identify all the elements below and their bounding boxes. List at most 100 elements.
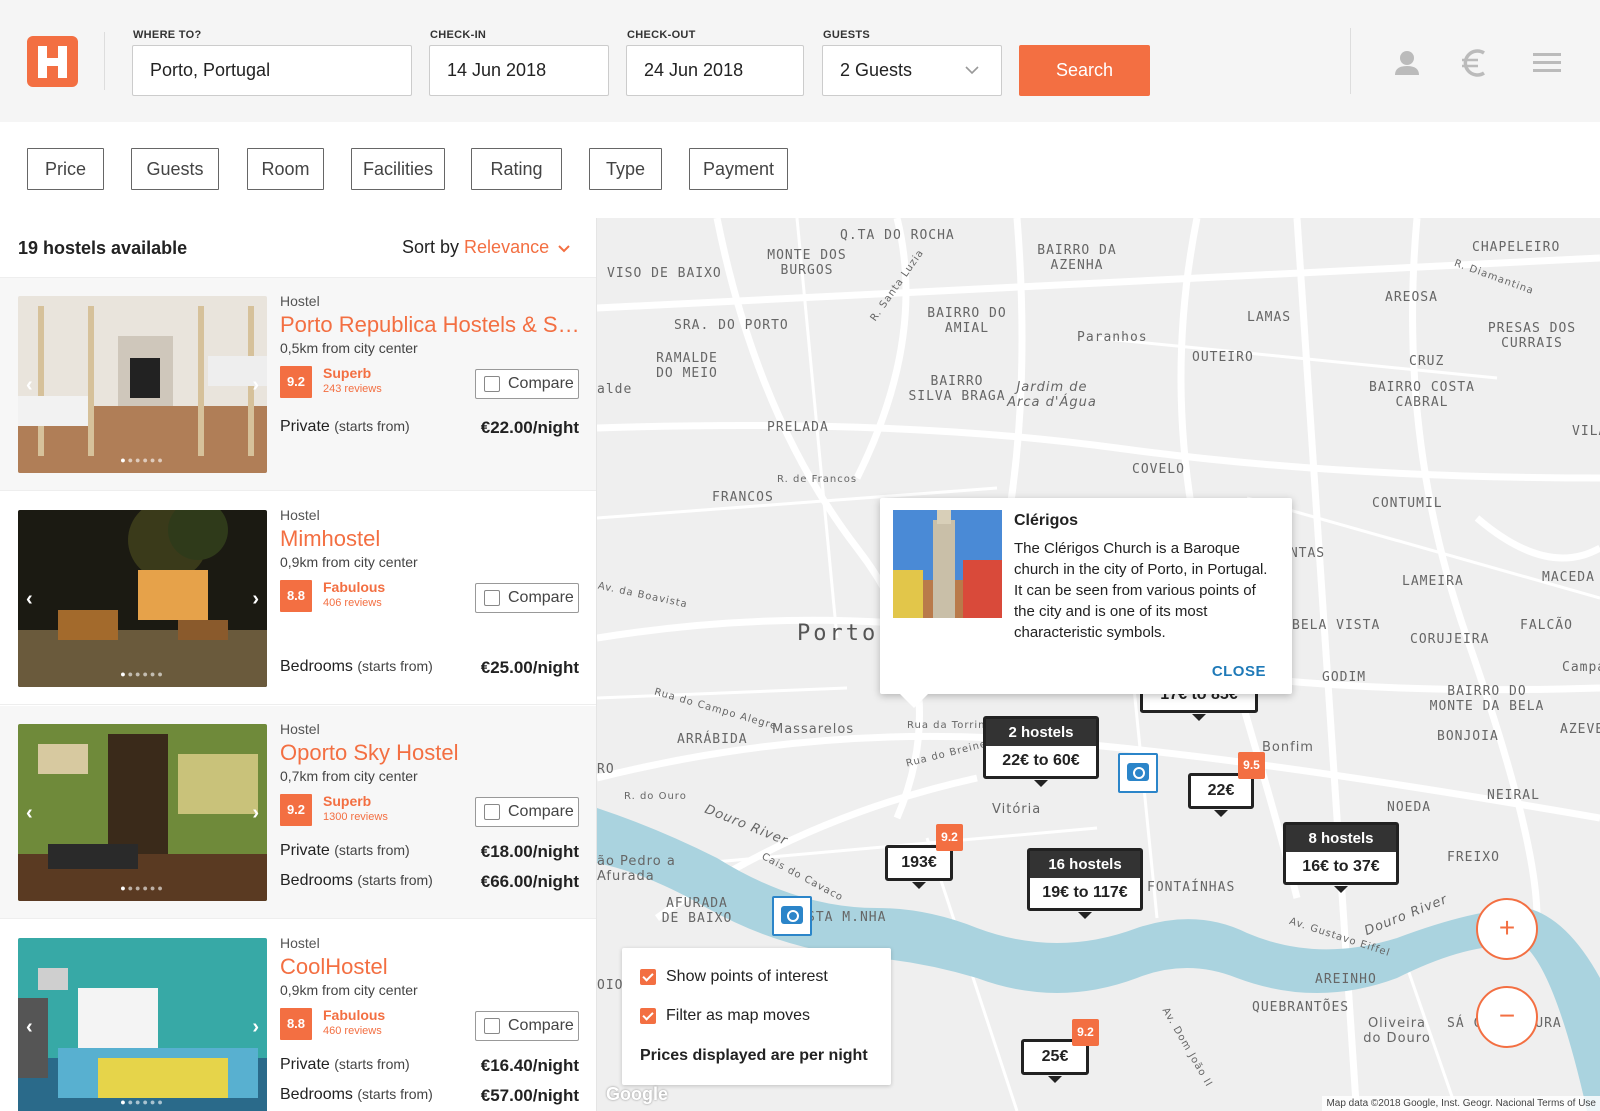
map-label: ARRÁBIDA <box>677 732 748 747</box>
hostel-photo[interactable]: ‹ › ●●●●●● <box>18 938 267 1111</box>
menu-icon[interactable] <box>1530 45 1566 81</box>
map-attribution[interactable]: Map data ©2018 Google, Inst. Geogr. Naci… <box>1322 1096 1600 1111</box>
compare-label: Compare <box>508 375 574 392</box>
compare-checkbox[interactable]: Compare <box>475 583 579 613</box>
hostel-card[interactable]: ‹ › ●●●●●● Hostel Oporto Sky Hostel 0,7k… <box>0 706 596 919</box>
map-label: BAIRRO SILVA BRAGA <box>908 374 1006 404</box>
price-note: (starts from) <box>357 658 433 674</box>
filter-guests[interactable]: Guests <box>131 148 219 190</box>
checkin-input[interactable]: 14 Jun 2018 <box>429 45 609 96</box>
compare-checkbox[interactable]: Compare <box>475 797 579 827</box>
map-label: SRA. DO PORTO <box>674 318 789 333</box>
hostel-photo[interactable]: ‹ › ●●●●●● <box>18 724 267 901</box>
map-marker-cluster[interactable]: 2 hostels 22€ to 60€ <box>983 716 1099 787</box>
price-label: Private (starts from) <box>280 842 410 860</box>
marker-price: 22€ <box>1207 782 1235 799</box>
search-button[interactable]: Search <box>1019 45 1150 96</box>
map-label: Campa <box>1562 660 1600 675</box>
map-marker-cluster[interactable]: 8 hostels 16€ to 37€ <box>1283 822 1399 893</box>
prev-photo-icon[interactable]: ‹ <box>26 802 33 825</box>
price-type: Private <box>280 842 330 859</box>
checkout-input[interactable]: 24 Jun 2018 <box>626 45 804 96</box>
next-photo-icon[interactable]: › <box>252 1016 259 1039</box>
map-label: PRESAS DOS CURRAIS <box>1487 321 1577 351</box>
hostelworld-logo-icon[interactable] <box>27 36 78 87</box>
review-count[interactable]: 406 reviews <box>323 597 382 609</box>
filter-payment[interactable]: Payment <box>689 148 788 190</box>
compare-checkbox[interactable]: Compare <box>475 369 579 399</box>
map-label: RO <box>597 762 615 777</box>
camera-poi-icon[interactable] <box>772 896 812 936</box>
filter-room[interactable]: Room <box>247 148 324 190</box>
review-count[interactable]: 460 reviews <box>323 1025 382 1037</box>
compare-label: Compare <box>508 803 574 820</box>
price-type: Private <box>280 418 330 435</box>
map-label: STA M.NHA <box>807 910 887 925</box>
map-marker-cluster[interactable]: 16 hostels 19€ to 117€ <box>1027 848 1143 919</box>
camera-poi-icon[interactable] <box>1118 753 1158 793</box>
street-label: R. do Ouro <box>624 791 687 802</box>
prev-photo-icon[interactable]: ‹ <box>26 1016 33 1039</box>
hostel-name[interactable]: CoolHostel <box>280 954 580 980</box>
compare-checkbox[interactable]: Compare <box>475 1011 579 1041</box>
hostel-distance: 0,7km from city center <box>280 768 418 784</box>
map-label: NOEDA <box>1387 800 1432 815</box>
poi-close-button[interactable]: CLOSE <box>1212 663 1266 680</box>
filter-facilities[interactable]: Facilities <box>351 148 445 190</box>
destination-input[interactable]: Porto, Portugal <box>132 45 412 96</box>
filter-map-checkbox[interactable]: Filter as map moves <box>640 1007 810 1025</box>
price-note: (starts from) <box>334 1056 410 1072</box>
hostel-card[interactable]: ‹ › ●●●●●● Hostel CoolHostel 0,9km from … <box>0 920 596 1111</box>
poi-popup: Clérigos The Clérigos Church is a Baroqu… <box>880 498 1292 708</box>
map-label: Massarelos <box>772 722 855 737</box>
filter-price[interactable]: Price <box>27 148 104 190</box>
price-value: €25.00/night <box>480 658 579 677</box>
rating-word: Superb <box>323 365 372 381</box>
hostel-name[interactable]: Oporto Sky Hostel <box>280 740 580 766</box>
guests-select[interactable]: 2 Guests <box>822 45 1002 96</box>
review-count[interactable]: 1300 reviews <box>323 811 388 823</box>
price-type: Bedrooms <box>280 658 353 675</box>
zoom-out-button[interactable]: − <box>1476 986 1538 1048</box>
zoom-in-button[interactable]: + <box>1476 898 1538 960</box>
header-divider <box>104 32 105 90</box>
where-label: WHERE TO? <box>133 29 202 41</box>
map-label: LAMAS <box>1247 310 1292 325</box>
photo-pager: ●●●●●● <box>120 1097 165 1107</box>
hostel-name[interactable]: Mimhostel <box>280 526 580 552</box>
hostel-name[interactable]: Porto Republica Hostels & Sui... <box>280 312 580 338</box>
poi-photo <box>893 510 1002 618</box>
prev-photo-icon[interactable]: ‹ <box>26 588 33 611</box>
rating-score: 8.8 <box>280 1008 312 1040</box>
next-photo-icon[interactable]: › <box>252 374 259 397</box>
photo-pager: ●●●●●● <box>120 883 165 893</box>
map-label: OIO <box>597 978 624 993</box>
rating-word: Fabulous <box>323 579 386 595</box>
price-value: €66.00/night <box>480 872 579 891</box>
next-photo-icon[interactable]: › <box>252 802 259 825</box>
chevron-down-icon <box>965 66 979 75</box>
user-icon[interactable] <box>1389 45 1425 81</box>
sort-dropdown[interactable]: Sort by Relevance <box>402 237 570 258</box>
marker-title: 2 hostels <box>986 719 1096 746</box>
hostel-photo[interactable]: ‹ › ●●●●●● <box>18 510 267 687</box>
guests-label: GUESTS <box>823 29 871 41</box>
map-label: Vitória <box>992 802 1042 817</box>
currency-euro-icon[interactable] <box>1457 45 1493 81</box>
filter-type[interactable]: Type <box>589 148 662 190</box>
photo-pager: ●●●●●● <box>120 669 165 679</box>
hostel-photo[interactable]: ‹ › ●●●●●● <box>18 296 267 473</box>
hostel-card[interactable]: ‹ › ●●●●●● Hostel Mimhostel 0,9km from c… <box>0 492 596 705</box>
show-poi-checkbox[interactable]: Show points of interest <box>640 968 828 986</box>
hostel-list: 19 hostels available Sort by Relevance ‹… <box>0 218 597 1111</box>
map-label: BONJOIA <box>1437 729 1499 744</box>
prev-photo-icon[interactable]: ‹ <box>26 374 33 397</box>
next-photo-icon[interactable]: › <box>252 588 259 611</box>
marker-price: 16€ to 37€ <box>1302 858 1380 875</box>
review-count[interactable]: 243 reviews <box>323 383 382 395</box>
map-label: VISO DE BAIXO <box>607 266 722 281</box>
map-label: CRUZ <box>1409 354 1445 369</box>
hostel-card[interactable]: ‹ › ●●●●●● Hostel Porto Republica Hostel… <box>0 278 596 491</box>
filter-rating[interactable]: Rating <box>471 148 562 190</box>
price-per-night-note: Prices displayed are per night <box>640 1047 868 1064</box>
